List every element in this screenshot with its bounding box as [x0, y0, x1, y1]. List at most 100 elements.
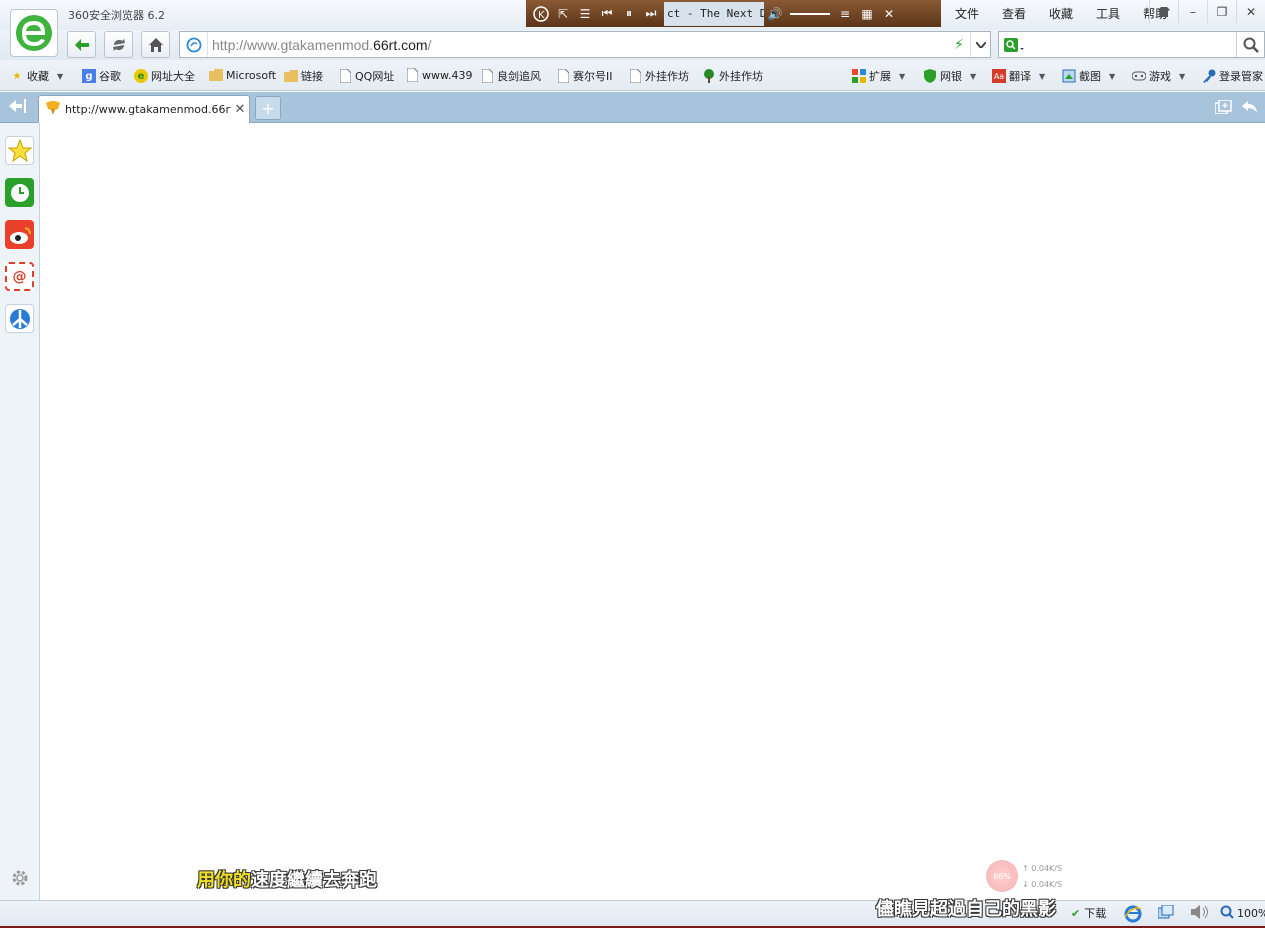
close-button[interactable]: ✕	[1236, 0, 1265, 24]
undo-close-icon[interactable]	[1242, 100, 1258, 117]
address-bar[interactable]: http://www.gtakamenmod.66rt.com/ ⚡	[179, 31, 991, 58]
favorites-button[interactable]: ★ 收藏 ▼	[10, 68, 64, 84]
page-icon	[338, 69, 352, 83]
bookmark-liangjian[interactable]: 良剑追风	[480, 68, 541, 84]
sound-icon[interactable]	[1191, 905, 1209, 919]
folder-icon	[209, 68, 223, 82]
page-content[interactable]	[41, 123, 1265, 900]
mail-at-icon: @	[12, 268, 27, 285]
sidebar-app[interactable]	[5, 304, 34, 333]
tab-close-icon[interactable]: ✕	[231, 102, 249, 117]
translate-icon: Aa	[992, 69, 1006, 83]
player-logo-icon[interactable]: K	[530, 3, 552, 25]
browser-logo[interactable]	[10, 9, 58, 57]
restore-tabs-icon[interactable]	[1214, 99, 1232, 117]
playlist-icon[interactable]: ☰	[574, 3, 596, 25]
peace-icon	[9, 308, 30, 329]
menu-file[interactable]: 文件	[955, 5, 979, 22]
app-title: 360安全浏览器 6.2	[68, 9, 165, 22]
lyrics-icon[interactable]: ≡	[834, 3, 856, 25]
search-input[interactable]	[1029, 32, 1236, 57]
skin-icon[interactable]	[1149, 0, 1178, 24]
sidebar-toggle-icon[interactable]	[9, 99, 27, 116]
search-box	[998, 31, 1265, 58]
tab-strip: http://www.gtakamenmod.66rt.c ✕ +	[0, 92, 1265, 123]
tab-favicon-icon	[45, 101, 61, 118]
shield-icon	[923, 69, 937, 83]
url-prefix: http://www.gtakamenmod.	[212, 36, 374, 53]
restore-button[interactable]: ❐	[1207, 0, 1236, 24]
url-dropdown-icon[interactable]	[970, 32, 990, 57]
download-check-icon: ✔	[1071, 906, 1081, 920]
sidebar-favorites[interactable]	[5, 136, 34, 165]
download-button[interactable]: ✔ 下载	[1071, 905, 1106, 921]
upload-speed: ↑ 0.04K/S	[1022, 864, 1063, 873]
key-icon	[1202, 69, 1216, 83]
star-add-icon: ★	[12, 70, 22, 82]
sidebar: @	[0, 123, 40, 900]
site-security-icon[interactable]	[180, 32, 208, 57]
screenshot-button[interactable]: 截图 ▼	[1062, 68, 1115, 84]
google-icon: g	[82, 69, 96, 83]
settings-gear-icon[interactable]	[10, 868, 30, 891]
previous-icon[interactable]: ⏮	[596, 3, 618, 25]
bookmark-url-directory[interactable]: e 网址大全	[134, 68, 195, 84]
song-title: ct - The Next Dec	[664, 1, 764, 26]
tab-current[interactable]: http://www.gtakamenmod.66rt.c ✕	[38, 95, 250, 123]
minimize-button[interactable]: –	[1178, 0, 1207, 24]
volume-slider[interactable]	[790, 12, 830, 15]
url-text[interactable]: http://www.gtakamenmod.66rt.com/	[208, 37, 948, 53]
refresh-button[interactable]	[104, 31, 133, 58]
bookmark-seer[interactable]: 赛尔号II	[556, 68, 613, 84]
bookmark-439[interactable]: www.439	[405, 68, 472, 82]
bookmark-waigua-1[interactable]: 外挂作坊	[628, 68, 689, 84]
media-player: K ⇱ ☰ ⏮ ⏸ ⏭ ct - The Next Dec 🔊 ≡ ▦ ✕	[526, 0, 941, 27]
next-icon[interactable]: ⏭	[640, 3, 662, 25]
page-icon	[628, 69, 642, 83]
subtitle-line-2: 儘瞧見超過自己的黑影	[876, 899, 1056, 920]
mini-mode-icon[interactable]: ▦	[856, 3, 878, 25]
games-button[interactable]: 游戏 ▼	[1132, 68, 1185, 84]
subtitle-rest: 速度繼續去奔跑	[251, 870, 377, 891]
popout-icon[interactable]: ⇱	[552, 3, 574, 25]
window-mode-icon[interactable]	[1158, 905, 1174, 919]
ie-mode-icon[interactable]	[1124, 905, 1142, 923]
back-arrow-icon	[74, 38, 89, 51]
sidebar-weibo[interactable]	[5, 220, 34, 249]
star-icon	[7, 138, 32, 162]
back-button[interactable]	[67, 31, 96, 58]
network-speed-widget[interactable]: 66% ↑ 0.04K/S ↓ 0.04K/S	[984, 857, 1076, 895]
url-suffix: /	[427, 36, 432, 53]
zoom-control[interactable]: 100%	[1220, 905, 1265, 922]
bookmark-waigua-2[interactable]: 外挂作坊	[702, 68, 763, 84]
bookmark-microsoft[interactable]: Microsoft	[209, 68, 276, 82]
new-tab-button[interactable]: +	[255, 96, 281, 120]
translate-button[interactable]: Aa 翻译 ▼	[992, 68, 1045, 84]
360-logo-icon	[16, 15, 52, 51]
search-engine-icon[interactable]	[999, 32, 1029, 57]
home-button[interactable]	[141, 31, 170, 58]
folder-icon	[284, 69, 298, 83]
gamepad-icon	[1132, 69, 1146, 83]
menu-favorites[interactable]: 收藏	[1049, 5, 1073, 22]
online-bank-button[interactable]: 网银 ▼	[923, 68, 976, 84]
bookmark-google[interactable]: g 谷歌	[82, 68, 121, 84]
menu-tools[interactable]: 工具	[1096, 5, 1120, 22]
page-icon	[556, 69, 570, 83]
bookmark-qq[interactable]: QQ网址	[338, 68, 394, 84]
login-manager-button[interactable]: 登录管家	[1202, 68, 1263, 84]
volume-icon[interactable]: 🔊	[764, 3, 786, 25]
bookmark-links[interactable]: 链接	[284, 68, 323, 84]
window-controls: – ❐ ✕	[1149, 0, 1265, 24]
player-close-icon[interactable]: ✕	[878, 3, 900, 25]
download-speed: ↓ 0.04K/S	[1022, 880, 1063, 889]
tab-title: http://www.gtakamenmod.66rt.c	[65, 103, 231, 116]
search-icon[interactable]	[1236, 32, 1264, 57]
sidebar-history[interactable]	[5, 178, 34, 207]
screenshot-icon	[1062, 69, 1076, 83]
extensions-button[interactable]: 扩展 ▼	[852, 68, 905, 84]
menu-view[interactable]: 查看	[1002, 5, 1026, 22]
sidebar-mail[interactable]: @	[5, 262, 34, 291]
pause-icon[interactable]: ⏸	[618, 3, 640, 25]
speed-mode-icon[interactable]: ⚡	[948, 37, 970, 53]
